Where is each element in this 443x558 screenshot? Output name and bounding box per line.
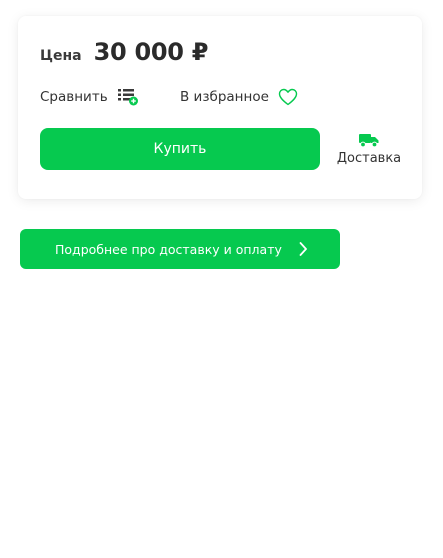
details-label: Подробнее про доставку и оплату: [55, 241, 282, 257]
price-row: Цена 30 000 ₽: [40, 38, 208, 66]
heart-icon: [278, 88, 298, 106]
delivery-label: Доставка: [336, 151, 402, 166]
delivery-payment-details-button[interactable]: Подробнее про доставку и оплату: [20, 229, 340, 269]
compare-button[interactable]: Сравнить: [40, 88, 139, 106]
delivery-button[interactable]: Доставка: [334, 132, 404, 166]
favorite-label: В избранное: [180, 89, 269, 105]
product-purchase-card: Цена 30 000 ₽ Сравнить В избранное Купит…: [18, 16, 422, 199]
buy-button[interactable]: Купить: [40, 128, 320, 170]
compare-list-icon: [117, 89, 138, 106]
favorite-button[interactable]: В избранное: [180, 88, 298, 106]
chevron-right-icon: [299, 242, 307, 256]
compare-label: Сравнить: [40, 89, 108, 105]
price-value: 30 000 ₽: [93, 38, 209, 66]
buy-button-label: Купить: [153, 141, 207, 157]
secondary-actions: Сравнить В избранное: [40, 88, 400, 112]
truck-icon: [359, 134, 379, 148]
price-label: Цена: [40, 48, 82, 64]
